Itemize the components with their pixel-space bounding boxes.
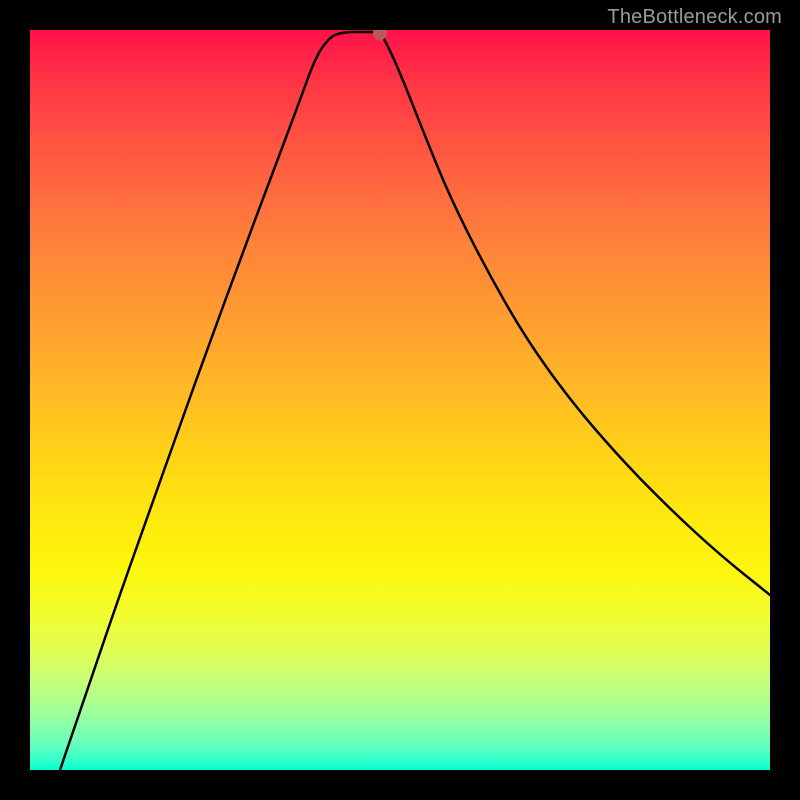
plot-area [30, 30, 770, 770]
watermark-text: TheBottleneck.com [607, 6, 782, 29]
bottleneck-curve [30, 30, 770, 770]
chart-frame: TheBottleneck.com [0, 0, 800, 800]
